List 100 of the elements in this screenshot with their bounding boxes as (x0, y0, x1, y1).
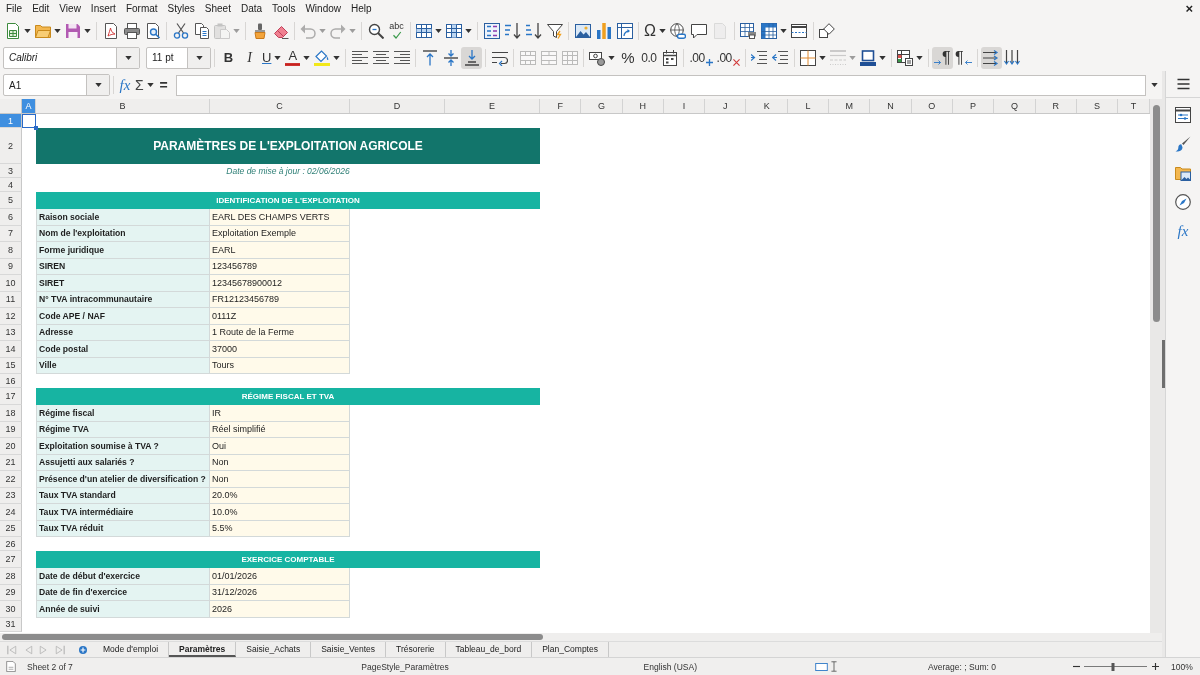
column-header[interactable]: B (36, 99, 210, 113)
column-header[interactable]: G (581, 99, 623, 113)
grid-icon (561, 49, 578, 66)
bold-button[interactable]: B (218, 46, 239, 69)
column-header[interactable]: Q (994, 99, 1036, 113)
row-header[interactable]: 20 (0, 438, 22, 455)
column-header[interactable]: D (350, 99, 445, 113)
formula-button[interactable]: = (155, 74, 172, 96)
row-header[interactable]: 5 (0, 192, 22, 209)
splitter-handle[interactable] (1162, 340, 1165, 388)
row-header[interactable]: 28 (0, 568, 22, 585)
caret-icon (195, 55, 203, 60)
font-color-button[interactable]: A (283, 46, 313, 69)
paragraph-ltr-button[interactable]: ¶ (931, 46, 953, 69)
row-header[interactable]: 27 (0, 551, 22, 568)
row-header[interactable]: 12 (0, 308, 22, 325)
slider-thumb[interactable] (1111, 662, 1115, 671)
menu-item[interactable]: Insert (85, 1, 121, 16)
square-cross-icon (799, 49, 816, 66)
name-box[interactable]: A1 (3, 74, 110, 96)
column-header[interactable]: P (952, 99, 995, 113)
text-ltr-button[interactable] (980, 46, 1002, 69)
special-character-button[interactable]: Ω (642, 19, 668, 42)
menu-item[interactable]: Tools (267, 1, 301, 16)
row-header[interactable]: 16 (0, 374, 22, 388)
font-name-box[interactable]: Calibri (3, 46, 140, 69)
column-header[interactable]: L (787, 99, 830, 113)
row-header[interactable]: 30 (0, 601, 22, 618)
menu-item[interactable]: Window (300, 1, 346, 16)
document-icon (712, 22, 729, 39)
functions-button[interactable]: fx (1170, 219, 1196, 243)
rectangle-icon[interactable] (815, 662, 828, 671)
number-button[interactable]: 0.0 (638, 46, 660, 69)
folder-picture-icon (1175, 165, 1191, 181)
menu-item[interactable]: File (1, 1, 28, 16)
row-header[interactable]: 18 (0, 405, 22, 422)
column-header[interactable]: F (540, 99, 582, 113)
column-header[interactable]: R (1035, 99, 1077, 113)
percent-button[interactable]: % (617, 46, 639, 69)
row-header[interactable]: 8 (0, 242, 22, 259)
row-header[interactable]: 4 (0, 178, 22, 192)
value-cell: Oui (210, 438, 350, 455)
value-cell: EARL (210, 242, 350, 259)
row-header[interactable]: 2 (0, 128, 22, 164)
column-header[interactable]: N (870, 99, 912, 113)
column-header[interactable]: M (829, 99, 871, 113)
row-header[interactable]: 3 (0, 164, 22, 178)
row-header[interactable]: 10 (0, 275, 22, 292)
calendar-icon (661, 49, 678, 66)
menu-item[interactable]: Edit (27, 1, 55, 16)
align-bottom-button[interactable] (461, 46, 483, 69)
table-printer-icon (740, 22, 757, 39)
caret-icon (124, 55, 132, 60)
menu-item[interactable]: Format (120, 1, 163, 16)
font-size-box[interactable]: 11 pt (146, 46, 211, 69)
sum-button[interactable]: Σ (133, 74, 156, 96)
fill-handle[interactable] (34, 126, 38, 130)
italic-button[interactable]: I (239, 46, 260, 69)
column-header[interactable]: S (1076, 99, 1119, 113)
caret-icon (303, 55, 311, 60)
menu-item[interactable]: View (54, 1, 86, 16)
add-decimal-button[interactable]: .00 (687, 46, 715, 69)
underline-button[interactable]: U (260, 46, 284, 69)
column-header[interactable]: E (445, 99, 540, 113)
sheet-position-text: Sheet 2 of 7 (27, 661, 73, 672)
column-header[interactable]: H (622, 99, 664, 113)
globe-link-icon (670, 22, 687, 39)
row-header[interactable]: 14 (0, 341, 22, 358)
menu-item[interactable]: Styles (162, 1, 200, 16)
close-button[interactable]: × (1182, 1, 1196, 16)
document-icon[interactable] (6, 661, 16, 672)
formula-input[interactable] (175, 74, 1146, 96)
spelling-button[interactable]: abc (386, 19, 407, 42)
caret-icon (319, 28, 326, 33)
table-arrow-icon (616, 22, 633, 39)
column-header[interactable]: I (663, 99, 706, 113)
column-header[interactable]: J (705, 99, 747, 113)
scrollbar-thumb[interactable] (1152, 105, 1160, 322)
column-header[interactable]: C (210, 99, 350, 113)
column-header[interactable]: O (911, 99, 953, 113)
horizontal-scrollbar[interactable] (0, 633, 1162, 641)
paragraph-rtl-button[interactable]: ¶ (952, 46, 974, 69)
row-header[interactable]: 17 (0, 388, 22, 405)
menu-item[interactable]: Help (346, 1, 377, 16)
column-header[interactable]: K (746, 99, 788, 113)
row-header[interactable]: 26 (0, 537, 22, 551)
vertical-scrollbar[interactable] (1150, 99, 1162, 633)
scrollbar-thumb[interactable] (2, 634, 543, 640)
language-text[interactable]: English (USA) (643, 661, 697, 672)
delete-decimal-button[interactable]: .00 (714, 46, 742, 69)
plus-circle-icon[interactable] (79, 645, 87, 654)
skip-start-icon[interactable] (7, 644, 17, 655)
zoom-in-button[interactable] (1150, 660, 1160, 673)
menu-item[interactable]: Data (235, 1, 268, 16)
menu-item[interactable]: Sheet (199, 1, 236, 16)
arrows-right-icon (983, 49, 1000, 66)
row-header[interactable]: 6 (0, 209, 22, 226)
row-header[interactable]: 24 (0, 504, 22, 521)
function-wizard-button[interactable]: fx (117, 74, 133, 96)
row-header[interactable]: 22 (0, 471, 22, 488)
